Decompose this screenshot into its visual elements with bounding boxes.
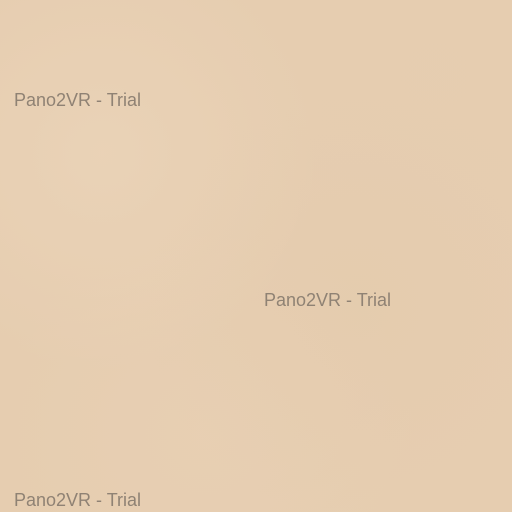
trial-watermark: Pano2VR - Trial bbox=[264, 290, 392, 310]
trial-watermark: Pano2VR - Trial bbox=[14, 90, 142, 110]
trial-watermark: Pano2VR - Trial bbox=[14, 490, 142, 510]
panorama-surface[interactable] bbox=[0, 0, 512, 512]
